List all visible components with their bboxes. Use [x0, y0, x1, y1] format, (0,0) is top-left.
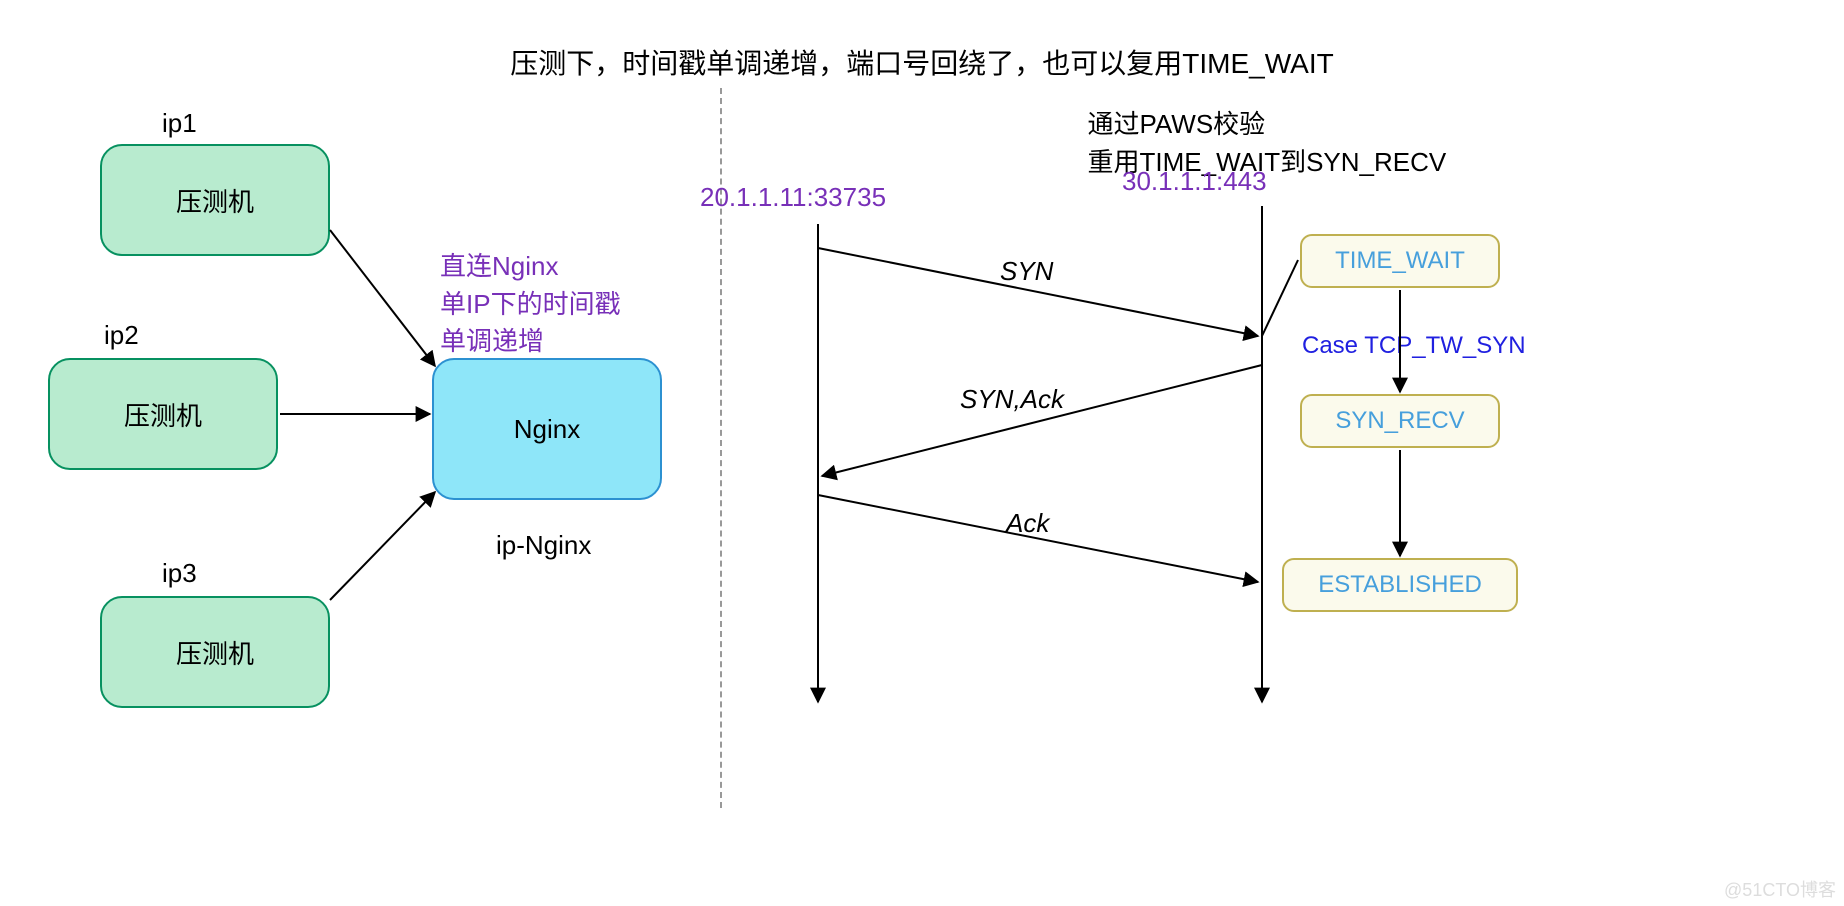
client-2-label: 压测机 — [124, 396, 202, 433]
ip2-label: ip2 — [104, 320, 139, 351]
state-time-wait-label: TIME_WAIT — [1335, 247, 1465, 275]
client-box-3: 压测机 — [100, 596, 330, 708]
nginx-note-line-1: 直连Nginx — [440, 248, 621, 286]
paws-line-2: 重用TIME_WAIT到SYN_RECV — [1088, 144, 1089, 182]
client-box-2: 压测机 — [48, 358, 278, 470]
case-label: Case TCP_TW_SYN — [1302, 332, 1526, 360]
paws-line-1: 通过PAWS校验 — [1088, 106, 1089, 144]
msg-synack-label: SYN,Ack — [960, 384, 1066, 414]
client-box-1: 压测机 — [100, 144, 330, 256]
link-syn-to-timewait — [1262, 260, 1298, 336]
addr-left: 20.1.1.11:33735 — [700, 182, 886, 213]
ip1-label: ip1 — [162, 108, 197, 139]
diagram-title: 压测下，时间戳单调递增，端口号回绕了，也可以复用TIME_WAIT — [510, 42, 1333, 82]
nginx-label: Nginx — [514, 414, 580, 445]
arrow-ip3-nginx — [330, 492, 435, 600]
msg-syn-label: SYN — [1000, 256, 1054, 286]
ip3-label: ip3 — [162, 558, 197, 589]
nginx-box: Nginx — [432, 358, 662, 500]
state-established: ESTABLISHED — [1282, 558, 1518, 612]
paws-heading: 通过PAWS校验 重用TIME_WAIT到SYN_RECV — [1088, 106, 1089, 181]
msg-syn — [818, 248, 1258, 336]
nginx-caption: ip-Nginx — [496, 530, 591, 561]
client-3-label: 压测机 — [176, 634, 254, 671]
msg-synack — [822, 365, 1262, 476]
nginx-note-line-3: 单调递增 — [440, 323, 621, 361]
msg-ack-label: Ack — [1004, 508, 1051, 538]
state-time-wait: TIME_WAIT — [1300, 234, 1500, 288]
msg-ack — [818, 495, 1258, 582]
state-syn-recv-label: SYN_RECV — [1335, 407, 1464, 435]
state-established-label: ESTABLISHED — [1318, 571, 1482, 599]
nginx-note-line-2: 单IP下的时间戳 — [440, 286, 621, 324]
state-syn-recv: SYN_RECV — [1300, 394, 1500, 448]
client-1-label: 压测机 — [176, 182, 254, 219]
nginx-note: 直连Nginx 单IP下的时间戳 单调递增 — [440, 248, 621, 361]
arrow-ip1-nginx — [330, 230, 435, 366]
addr-right: 30.1.1.1:443 — [1122, 166, 1267, 197]
watermark-text: @51CTO博客 — [1724, 876, 1836, 902]
